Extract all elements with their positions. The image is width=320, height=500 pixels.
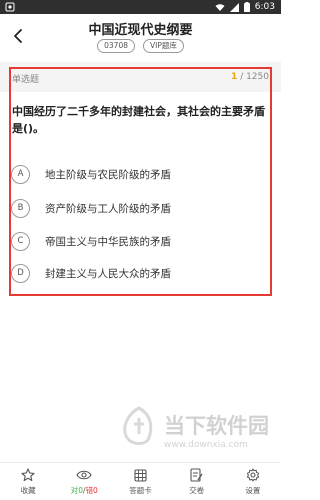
question-text: 中国经历了二千多年的封建社会，其社会的主要矛盾是()。 xyxy=(12,105,265,135)
option-letter: C xyxy=(11,231,30,251)
course-code-tag: 03708 xyxy=(97,39,135,53)
option-text: 资产阶级与工人阶级的矛盾 xyxy=(45,202,171,215)
option-letter: B xyxy=(11,198,30,218)
vip-bank-tag: VIP题库 xyxy=(142,39,184,53)
android-icon xyxy=(5,2,15,12)
grid-icon xyxy=(134,468,147,482)
downxia-logo-icon xyxy=(123,406,153,445)
option-letter: A xyxy=(11,164,30,184)
option-text: 帝国主义与中华民族的矛盾 xyxy=(45,235,171,248)
signal-icon xyxy=(229,2,239,12)
option-c[interactable]: C 帝国主义与中华民族的矛盾 xyxy=(11,230,261,252)
answer-card-button[interactable]: 答题卡 xyxy=(112,463,168,500)
nav-header: 中国近现代史纲要 03708 VIP题库 xyxy=(0,14,281,62)
option-text: 封建主义与人民大众的矛盾 xyxy=(45,267,171,280)
status-bar: 6:03 xyxy=(0,0,281,14)
submit-label: 交卷 xyxy=(189,485,205,495)
battery-icon xyxy=(243,2,250,12)
bottom-toolbar: 收藏 对0/错0 答题卡 交卷 设置 xyxy=(0,462,281,500)
option-letter: D xyxy=(11,263,30,283)
collect-label: 收藏 xyxy=(20,485,36,495)
gear-icon xyxy=(246,468,260,482)
star-icon xyxy=(21,468,35,482)
wifi-icon xyxy=(215,3,225,11)
watermark-url: www.downxia.com xyxy=(164,440,248,450)
header-tags: 03708 VIP题库 xyxy=(0,39,281,53)
submit-button[interactable]: 交卷 xyxy=(169,463,225,500)
question-progress: 1 / 1250 xyxy=(231,72,269,82)
page-title: 中国近现代史纲要 xyxy=(88,23,193,38)
watermark-brand: 当下软件园 xyxy=(164,414,269,438)
option-a[interactable]: A 地主阶级与农民阶级的矛盾 xyxy=(11,163,261,185)
progress-current: 1 xyxy=(231,72,238,82)
collect-button[interactable]: 收藏 xyxy=(0,463,56,500)
option-text: 地主阶级与农民阶级的矛盾 xyxy=(45,168,171,181)
answer-stats-button[interactable]: 对0/错0 xyxy=(56,463,112,500)
settings-button[interactable]: 设置 xyxy=(225,463,281,500)
edit-paper-icon xyxy=(190,468,203,482)
eye-icon xyxy=(76,470,92,480)
answer-stats-label: 对0/错0 xyxy=(71,485,98,496)
progress-total: / 1250 xyxy=(240,72,269,82)
option-d[interactable]: D 封建主义与人民大众的矛盾 xyxy=(11,262,261,284)
question-type: 单选题 xyxy=(12,75,40,85)
watermark: 当下软件园 www.downxia.com xyxy=(118,398,278,460)
question-meta-row: 单选题 1 / 1250 xyxy=(0,62,281,92)
correct-count: 对0 xyxy=(70,485,84,495)
status-time: 6:03 xyxy=(254,2,275,12)
option-b[interactable]: B 资产阶级与工人阶级的矛盾 xyxy=(11,197,261,219)
wrong-count: 错0 xyxy=(85,485,98,495)
settings-label: 设置 xyxy=(245,485,261,495)
answer-card-label: 答题卡 xyxy=(129,485,152,495)
